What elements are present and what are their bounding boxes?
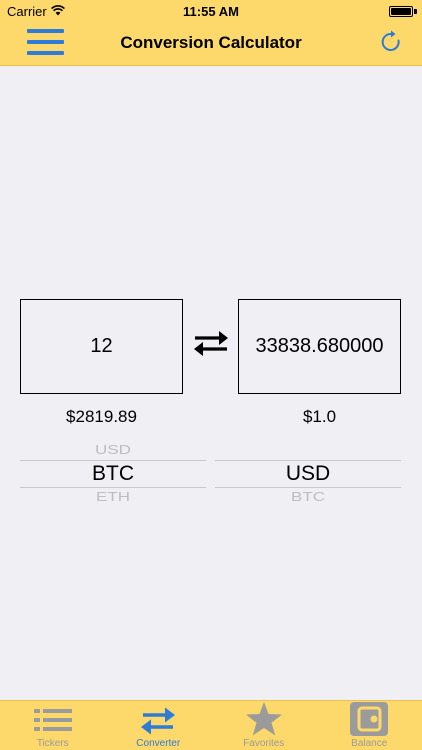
picker-option[interactable]: BTC	[215, 490, 401, 503]
tab-balance[interactable]: Balance	[317, 701, 422, 750]
picker-option[interactable]: USD	[20, 443, 206, 458]
tab-favorites[interactable]: Favorites	[211, 701, 317, 750]
swap-button[interactable]	[191, 329, 231, 357]
header: Carrier 11:55 AM Conversion Calculator	[0, 0, 422, 66]
battery-tip	[414, 9, 417, 14]
list-icon	[33, 709, 72, 731]
from-currency-picker[interactable]: USD BTC ETH	[20, 438, 206, 502]
wallet-icon	[350, 702, 389, 736]
star-icon	[245, 702, 282, 736]
to-amount-value: 33838.680000	[255, 335, 384, 357]
to-currency-picker[interactable]: USD BTC	[215, 438, 401, 502]
tab-label: Balance	[351, 738, 388, 749]
page-title: Conversion Calculator	[120, 33, 302, 52]
tab-label: Converter	[136, 738, 181, 749]
tab-bar: Tickers Converter Favorites Balance	[0, 700, 422, 750]
tab-label: Tickers	[36, 738, 69, 749]
status-bar: Carrier 11:55 AM	[0, 0, 422, 22]
picker-option-selected[interactable]: BTC	[20, 462, 206, 486]
from-amount-field[interactable]: 12	[20, 299, 183, 394]
from-price-label: $2819.89	[66, 407, 137, 426]
refresh-button[interactable]	[380, 30, 402, 52]
status-time: 11:55 AM	[183, 4, 239, 19]
swap-arrows-icon	[194, 331, 228, 356]
tab-label: Favorites	[243, 738, 285, 749]
picker-option[interactable]: ETH	[20, 490, 206, 503]
battery-icon	[389, 6, 413, 17]
swap-arrows-icon	[141, 707, 176, 735]
to-amount-field[interactable]: 33838.680000	[238, 299, 401, 394]
from-amount-value: 12	[90, 335, 113, 357]
refresh-icon	[381, 30, 400, 51]
picker-option-selected[interactable]: USD	[215, 462, 401, 486]
tab-tickers[interactable]: Tickers	[0, 701, 106, 750]
tab-converter[interactable]: Converter	[106, 701, 212, 750]
to-price-label: $1.0	[302, 407, 337, 426]
